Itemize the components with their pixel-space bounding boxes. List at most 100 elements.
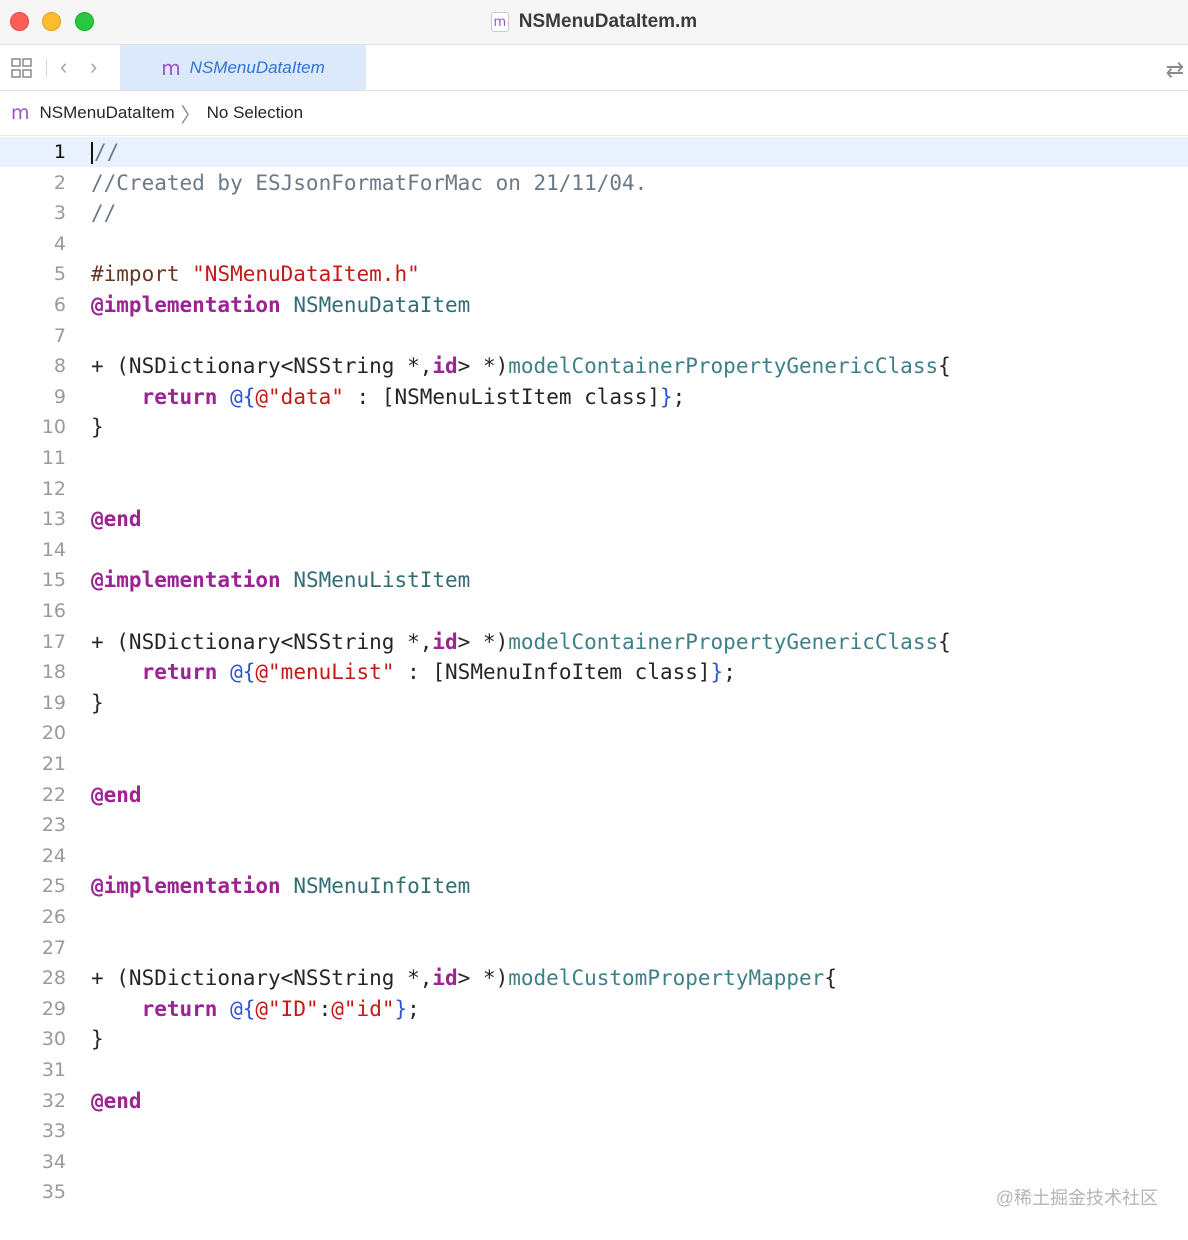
swap-arrows-icon[interactable]: ⇄: [1166, 57, 1184, 83]
code-line[interactable]: 13 @end: [0, 504, 1188, 534]
toolbar-divider: [46, 59, 47, 77]
jumpbar-file-item[interactable]: NSMenuDataItem: [40, 103, 175, 123]
code-line[interactable]: 18 return @{@"menuList" : [NSMenuInfoIte…: [0, 657, 1188, 687]
line-number: 24: [41, 844, 66, 867]
code-line[interactable]: 11: [0, 443, 1188, 473]
code-token: @"ID": [255, 996, 319, 1021]
line-number: 2: [53, 171, 66, 194]
jumpbar-selection-item[interactable]: No Selection: [207, 103, 303, 123]
code-token: @{: [230, 660, 256, 685]
code-line[interactable]: 22 @end: [0, 780, 1188, 810]
text-cursor: [91, 142, 93, 164]
line-number: 1: [53, 141, 66, 163]
line-number: 25: [41, 875, 66, 898]
code-line[interactable]: 26: [0, 902, 1188, 932]
code-token: > *): [457, 354, 509, 379]
code-line[interactable]: 28 + (NSDictionary<NSString *,id> *)model…: [0, 963, 1188, 993]
line-number: 30: [41, 1028, 66, 1051]
code-token: id: [432, 354, 458, 379]
code-token: : [NSMenuListItem class]: [343, 384, 660, 409]
code-token: id: [432, 966, 458, 991]
line-number: 19: [41, 691, 66, 714]
code-token: //Created by ESJsonFormatForMac on 21/11…: [91, 170, 648, 195]
code-token: id: [432, 629, 458, 654]
code-line[interactable]: 15 @implementation NSMenuListItem: [0, 565, 1188, 595]
code-token: modelCustomPropertyMapper: [508, 966, 825, 991]
code-text: @implementation NSMenuInfoItem: [91, 871, 470, 901]
code-line[interactable]: 3 //: [0, 198, 1188, 228]
code-line[interactable]: 20: [0, 718, 1188, 748]
code-token: }: [394, 996, 408, 1021]
line-number: 5: [53, 263, 66, 286]
code-token: }: [91, 415, 104, 440]
line-number: 23: [41, 814, 66, 837]
code-token: }: [91, 690, 104, 715]
jump-bar: m NSMenuDataItem 〉 No Selection: [0, 91, 1188, 136]
code-line[interactable]: 24: [0, 841, 1188, 871]
code-token: @"menuList": [255, 660, 395, 685]
source-editor[interactable]: 1 // 2 //Created by ESJsonFormatForMac on 2…: [0, 136, 1188, 1240]
code-token: return: [141, 660, 218, 685]
code-line[interactable]: 2 //Created by ESJsonFormatForMac on 21/1…: [0, 168, 1188, 198]
line-number: 27: [41, 936, 66, 959]
tab-nsmenudataitem[interactable]: m NSMenuDataItem: [120, 45, 366, 90]
code-line[interactable]: 6 @implementation NSMenuDataItem: [0, 290, 1188, 320]
window-title-group: m NSMenuDataItem.m: [0, 0, 1188, 44]
code-token: @implementation: [91, 568, 281, 593]
line-number: 9: [53, 385, 66, 408]
code-token: {: [938, 629, 951, 654]
line-number: 11: [41, 447, 66, 469]
line-number: 34: [41, 1150, 66, 1173]
code-token: @"data": [255, 384, 344, 409]
code-line[interactable]: 25 @implementation NSMenuInfoItem: [0, 871, 1188, 901]
code-token: > *): [457, 966, 509, 991]
code-line[interactable]: 33: [0, 1116, 1188, 1146]
code-line[interactable]: 9 return @{@"data" : [NSMenuListItem cla…: [0, 382, 1188, 412]
code-token: :: [318, 996, 332, 1021]
navigate-forward-button[interactable]: ›: [90, 55, 97, 79]
code-line[interactable]: 10}: [0, 412, 1188, 442]
code-line[interactable]: 19}: [0, 688, 1188, 718]
code-token: > *): [457, 629, 509, 654]
code-line[interactable]: 4: [0, 229, 1188, 259]
code-line[interactable]: 27: [0, 933, 1188, 963]
code-text: @end: [91, 1086, 142, 1116]
code-line[interactable]: 14: [0, 535, 1188, 565]
code-line[interactable]: 29 return @{@"ID":@"id"};: [0, 994, 1188, 1024]
line-number: 17: [41, 630, 66, 653]
code-line[interactable]: 8 + (NSDictionary<NSString *,id> *)modelC…: [0, 351, 1188, 381]
line-number: 14: [41, 538, 66, 561]
code-text: @end: [91, 780, 142, 810]
code-line[interactable]: 34: [0, 1147, 1188, 1177]
code-text: + (NSDictionary<NSString *,id> *)modelCo…: [91, 627, 951, 657]
line-number: 6: [53, 294, 66, 316]
code-line[interactable]: 5 #import "NSMenuDataItem.h": [0, 259, 1188, 289]
code-line[interactable]: 12: [0, 474, 1188, 504]
code-line[interactable]: 32 @end: [0, 1086, 1188, 1116]
code-line[interactable]: 16: [0, 596, 1188, 626]
code-line[interactable]: 30}: [0, 1024, 1188, 1054]
line-number: 18: [41, 661, 66, 684]
line-number: 10: [41, 416, 66, 439]
code-token: @end: [91, 507, 142, 532]
code-line[interactable]: 17 + (NSDictionary<NSString *,id> *)model…: [0, 627, 1188, 657]
code-token: ;: [723, 660, 736, 685]
code-line[interactable]: 7: [0, 321, 1188, 351]
line-number: 33: [41, 1120, 66, 1143]
code-line[interactable]: 1 //: [0, 137, 1188, 167]
code-line[interactable]: 21: [0, 749, 1188, 779]
related-items-grid-icon[interactable]: [11, 57, 33, 79]
code-token: "NSMenuDataItem.h": [192, 262, 420, 287]
code-text: + (NSDictionary<NSString *,id> *)modelCu…: [91, 963, 837, 993]
code-token: modelContainerPropertyGenericClass: [508, 354, 939, 379]
code-token: }: [659, 384, 673, 409]
code-line[interactable]: 23: [0, 810, 1188, 840]
code-line[interactable]: 31: [0, 1055, 1188, 1085]
code-token: @end: [91, 1088, 142, 1113]
code-token: NSMenuInfoItem: [293, 874, 471, 899]
code-token: + (NSDictionary<NSString *,: [91, 354, 433, 379]
navigate-back-button[interactable]: ‹: [60, 55, 67, 79]
